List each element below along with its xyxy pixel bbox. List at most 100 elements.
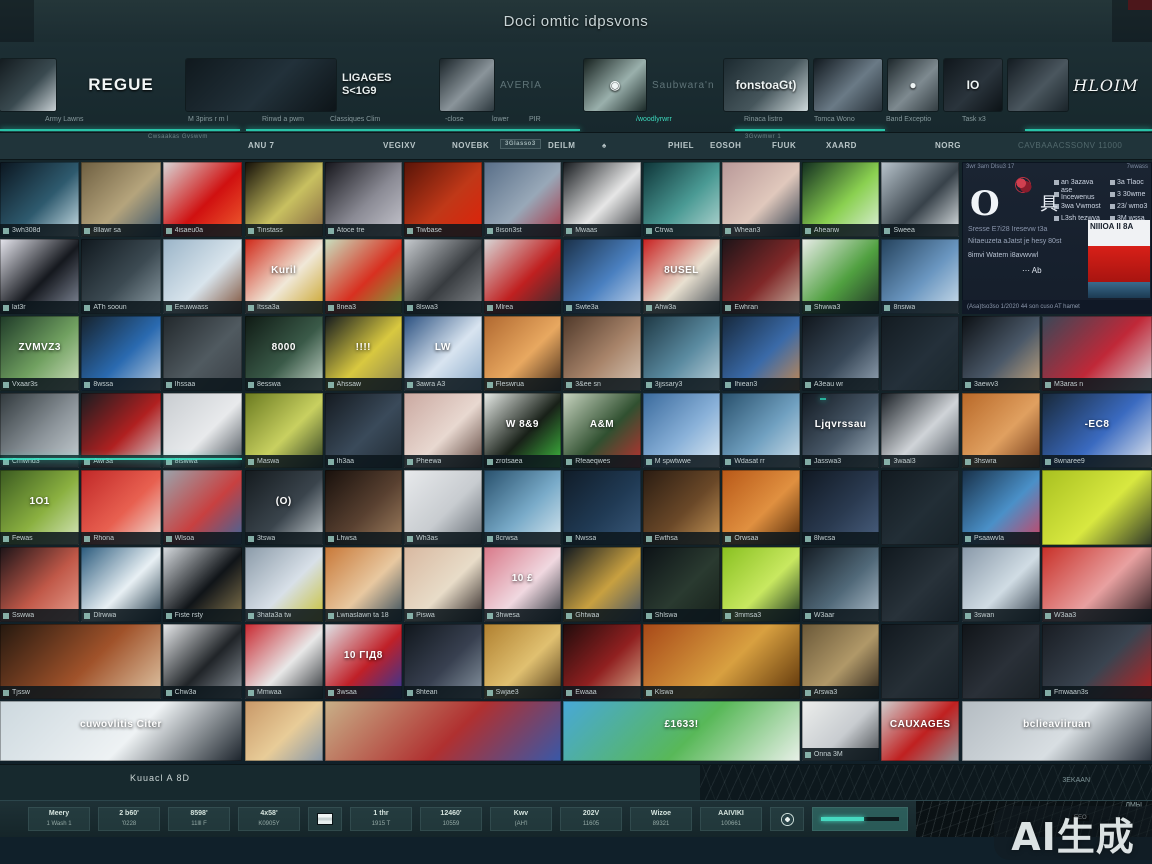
progress-chip[interactable] bbox=[812, 807, 908, 831]
tab-xaard[interactable]: XAARD bbox=[826, 141, 857, 150]
tab-deilm[interactable]: DEILM bbox=[548, 141, 575, 150]
stat-chip[interactable]: AAIVIKI100661 bbox=[700, 807, 762, 831]
io-thumb[interactable]: IO bbox=[944, 59, 1002, 111]
thumbnail[interactable]: Klswa bbox=[643, 624, 800, 699]
thumbnail[interactable]: Arswa3 bbox=[802, 624, 880, 699]
thumbnail[interactable]: Fmwaan3s bbox=[1042, 624, 1152, 699]
panel-list-item[interactable]: ase Incewenus bbox=[1054, 188, 1106, 200]
thumbnail[interactable]: bclieaviiruan bbox=[962, 701, 1152, 761]
thumbnail[interactable]: Piswa bbox=[404, 547, 482, 622]
stat-chip[interactable]: 202V11605 bbox=[560, 807, 622, 831]
thumbnail[interactable]: !!!!Ahssaw bbox=[325, 316, 403, 391]
toolbar-caption[interactable]: Tomca Wono bbox=[814, 116, 855, 123]
thumbnail[interactable]: Fiste rsty bbox=[163, 547, 242, 622]
thumbnail[interactable]: LW3awra A3 bbox=[404, 316, 482, 391]
tab-phiel[interactable]: PHIEL bbox=[668, 141, 694, 150]
toolbar-label-hloim[interactable]: HLOIM bbox=[1074, 59, 1138, 111]
thumbnail[interactable]: Maswa bbox=[245, 393, 323, 468]
tab-novebk[interactable]: NOVEBK bbox=[452, 141, 489, 150]
thumbnail[interactable]: LjqvrssauJasswa3 bbox=[802, 393, 880, 468]
thumbnail[interactable]: 3jjssary3 bbox=[643, 316, 721, 391]
thumbnail[interactable]: £1633! bbox=[563, 701, 800, 761]
thumbnail[interactable]: Mmwaa bbox=[245, 624, 323, 699]
thumbnail[interactable]: Ewhran bbox=[722, 239, 800, 314]
thumbnail[interactable]: Ghtwaa bbox=[563, 547, 641, 622]
thumbnail[interactable]: Mwaas bbox=[563, 162, 641, 237]
thumbnail[interactable]: 8crwsa bbox=[484, 470, 562, 545]
thumbnail[interactable]: Ewaaa bbox=[563, 624, 641, 699]
toolbar-caption[interactable]: PIR bbox=[529, 116, 541, 123]
circle-thumb[interactable]: ● bbox=[888, 59, 938, 111]
thumbnail[interactable]: A3eau wr bbox=[802, 316, 880, 391]
thumbnail[interactable]: Nwssa bbox=[563, 470, 641, 545]
tab-vegixv[interactable]: VEGIXV bbox=[383, 141, 416, 150]
thumbnail[interactable]: W3aa3 bbox=[1042, 547, 1152, 622]
thumbnail[interactable]: Atoce tre bbox=[325, 162, 403, 237]
qr-thumb[interactable] bbox=[440, 59, 494, 111]
thumbnail[interactable]: Tjssw bbox=[0, 624, 161, 699]
thumbnail[interactable]: 3wh308d bbox=[0, 162, 79, 237]
thumbnail[interactable]: Whean3 bbox=[722, 162, 800, 237]
thumbnail[interactable]: Wdasat rr bbox=[722, 393, 800, 468]
thumbnail[interactable] bbox=[962, 624, 1040, 699]
thumbnail[interactable]: Rhona bbox=[81, 470, 160, 545]
thumbnail[interactable]: 3aewv3 bbox=[962, 316, 1040, 391]
toolbar-label-regue[interactable]: REGUE bbox=[62, 59, 180, 111]
thumbnail[interactable]: Wh3as bbox=[404, 470, 482, 545]
thumbnail[interactable]: Sweea bbox=[881, 162, 959, 237]
thumbnail[interactable]: 10 ΓIД83wsaa bbox=[325, 624, 403, 699]
thumbnail[interactable]: Awr3a bbox=[81, 393, 160, 468]
thumbnail[interactable] bbox=[325, 701, 562, 761]
thumbnail[interactable] bbox=[881, 470, 959, 545]
thumbnail[interactable]: Orwsaa bbox=[722, 470, 800, 545]
thumbnail[interactable]: Lwnaslawn ta 18 bbox=[325, 547, 403, 622]
toolbar-caption[interactable]: Classiques Clim bbox=[330, 116, 380, 123]
figure-thumb-2[interactable] bbox=[1008, 59, 1068, 111]
thumbnail[interactable]: Pheewa bbox=[404, 393, 482, 468]
thumbnail[interactable]: 80008esswa bbox=[245, 316, 323, 391]
thumbnail[interactable]: Swte3a bbox=[563, 239, 641, 314]
toolbar-caption[interactable]: Rinaca listro bbox=[744, 116, 783, 123]
toolbar-two-line-label[interactable]: LIGAGESS<1G9 bbox=[342, 59, 434, 111]
thumbnail[interactable]: 4isaeu0a bbox=[163, 162, 242, 237]
toolbar-caption[interactable]: lower bbox=[492, 116, 509, 123]
emblem-thumb[interactable]: ◉ bbox=[584, 59, 646, 111]
thumbnail[interactable]: Tinstass bbox=[245, 162, 323, 237]
toolbar-caption[interactable]: /woodlyrwrr bbox=[636, 116, 672, 123]
thumbnail[interactable]: CAUXAGES bbox=[881, 701, 959, 761]
thumbnail[interactable]: -EC88wnaree9 bbox=[1042, 393, 1152, 468]
thumbnail[interactable]: ZVMVZ3Vxaar3s bbox=[0, 316, 79, 391]
thumbnail[interactable]: Tiwbase bbox=[404, 162, 482, 237]
thumbnail[interactable]: 3swan bbox=[962, 547, 1040, 622]
tab-anu-7[interactable]: ANU 7 bbox=[248, 141, 275, 150]
tab-fuuk[interactable]: FUUK bbox=[772, 141, 796, 150]
thumbnail[interactable]: 8wssa bbox=[81, 316, 160, 391]
thumbnail[interactable]: Onna 3M bbox=[802, 701, 880, 761]
panel-ship-thumbnail[interactable]: NIIIOA II 8A bbox=[1088, 220, 1150, 298]
thumbnail[interactable]: 8ison3st bbox=[484, 162, 562, 237]
stat-chip[interactable]: Meery1 Wash 1 bbox=[28, 807, 90, 831]
thumbnail[interactable]: Shlswa bbox=[643, 547, 721, 622]
thumbnail[interactable]: Cmwnd3 bbox=[0, 393, 79, 468]
thumbnail[interactable]: Aheanw bbox=[802, 162, 880, 237]
toolbar-caption[interactable]: Band Exceptio bbox=[886, 116, 931, 123]
thumbnail[interactable]: 1O1Fewas bbox=[0, 470, 79, 545]
thumbnail[interactable]: Eeuwwass bbox=[163, 239, 242, 314]
thumbnail[interactable]: Wlsoa bbox=[163, 470, 242, 545]
dark-wide-thumb[interactable] bbox=[186, 59, 336, 111]
stat-chip[interactable]: 8598'11lll F bbox=[168, 807, 230, 831]
thumbnail[interactable] bbox=[881, 316, 959, 391]
tab-3glasso3[interactable]: 3Glasso3 bbox=[500, 139, 541, 149]
stat-chip[interactable]: 4x58'K0905Y bbox=[238, 807, 300, 831]
bird-thumb[interactable] bbox=[0, 59, 56, 111]
thumbnail[interactable]: 8lswa3 bbox=[404, 239, 482, 314]
thumbnail[interactable]: (O)3tswa bbox=[245, 470, 323, 545]
stat-chip[interactable]: 2 b60''0228 bbox=[98, 807, 160, 831]
toolbar-caption[interactable]: M 3pins r m l bbox=[188, 116, 228, 123]
tab--[interactable]: ♠ bbox=[602, 141, 607, 150]
thumbnail[interactable]: Psaawvla bbox=[962, 470, 1040, 545]
thumbnail[interactable]: M3aras n bbox=[1042, 316, 1152, 391]
thumbnail[interactable]: 8USELAhw3a bbox=[643, 239, 721, 314]
thumbnail[interactable]: 8nea3 bbox=[325, 239, 403, 314]
thumbnail[interactable]: W 8&9zrotsaea bbox=[484, 393, 562, 468]
